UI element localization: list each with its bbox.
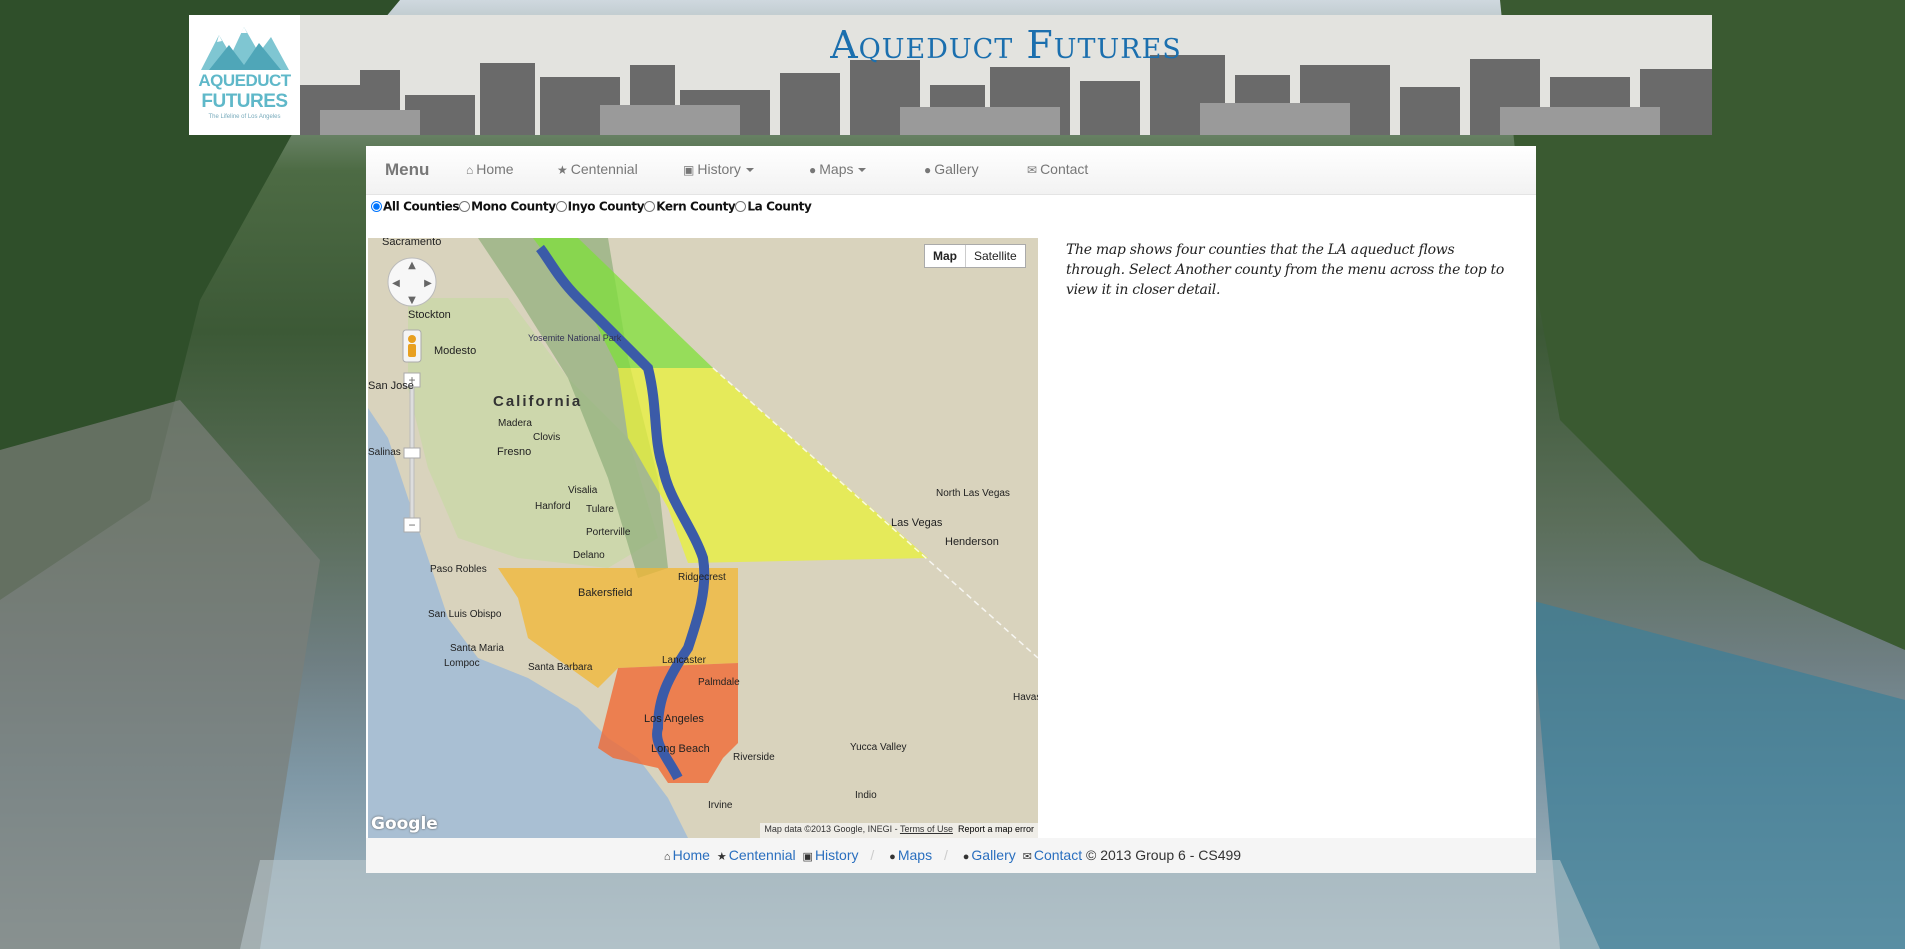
place-label: Clovis	[533, 432, 560, 443]
map-type-map-button[interactable]: Map	[925, 245, 966, 267]
map-type-satellite-button[interactable]: Satellite	[966, 245, 1025, 267]
place-label: Sacramento	[382, 238, 441, 248]
picture-icon: ▣	[683, 163, 695, 177]
svg-text:◀: ◀	[392, 278, 400, 289]
chevron-down-icon	[858, 168, 867, 173]
separator: /	[943, 847, 948, 863]
place-label: Modesto	[434, 345, 476, 357]
radio-mono-county[interactable]: Mono County	[459, 199, 556, 214]
region-label: California	[493, 393, 582, 410]
pan-control-icon[interactable]: ▲ ▼ ◀ ▶	[387, 257, 437, 307]
county-filter: All Counties Mono County Inyo County Kern C…	[371, 199, 812, 219]
place-label: Tulare	[586, 504, 614, 515]
place-label: Lancaster	[662, 655, 707, 666]
place-label: Riverside	[733, 752, 775, 763]
place-label: North Las Vegas	[936, 488, 1010, 499]
picture-icon: ▣	[802, 851, 813, 863]
copyright: © 2013 Group 6 - CS499	[1086, 847, 1242, 863]
map-description: The map shows four counties that the LA …	[1066, 242, 1505, 298]
envelope-icon: ✉	[1027, 163, 1038, 177]
nav-gallery[interactable]: ● Gallery	[924, 161, 979, 177]
navbar: Menu ⌂ Home ★ Centennial ▣ History ● Maps ● G…	[366, 146, 1536, 195]
footer-link-maps[interactable]: Maps	[898, 847, 932, 863]
footer-link-contact[interactable]: Contact	[1034, 847, 1082, 863]
mountain-logo-icon	[201, 27, 289, 70]
site-logo[interactable]: AQUEDUCT FUTURES The Lifeline of Los Ang…	[189, 15, 300, 135]
place-label: Long Beach	[651, 743, 710, 755]
camera-icon: ●	[924, 163, 932, 177]
place-label: Santa Barbara	[528, 662, 593, 673]
logo-line2: FUTURES	[201, 91, 288, 112]
svg-text:▼: ▼	[408, 295, 416, 306]
radio-inyo-county[interactable]: Inyo County	[555, 199, 645, 214]
radio-kern-county[interactable]: Kern County	[644, 199, 736, 214]
svg-text:▶: ▶	[424, 278, 432, 289]
envelope-icon: ✉	[1022, 851, 1032, 863]
place-label: Visalia	[568, 485, 598, 496]
place-label: Fresno	[497, 446, 531, 458]
nav-contact[interactable]: ✉ Contact	[1027, 161, 1088, 177]
place-label: Porterville	[586, 527, 631, 538]
main-panel: Menu ⌂ Home ★ Centennial ▣ History ● Maps ● G…	[366, 146, 1536, 873]
nav-home[interactable]: ⌂ Home	[466, 161, 514, 177]
site-header: AQUEDUCT FUTURES The Lifeline of Los Ang…	[189, 15, 1712, 135]
place-label: Havasu	[1013, 692, 1038, 703]
place-label: San Jose	[368, 380, 414, 392]
place-label: Lompoc	[444, 658, 480, 669]
place-label: Ridgecrest	[678, 572, 726, 583]
radio-all-counties[interactable]: All Counties	[371, 199, 460, 214]
place-label: Yucca Valley	[850, 742, 907, 753]
logo-line1: AQUEDUCT	[198, 71, 291, 90]
svg-text:▲: ▲	[408, 260, 416, 271]
logo-tagline: The Lifeline of Los Angeles	[208, 114, 281, 120]
google-logo[interactable]: Google	[371, 814, 438, 834]
camera-icon: ●	[962, 851, 970, 863]
star-icon: ★	[557, 163, 568, 177]
place-label: Salinas	[368, 447, 401, 458]
svg-text:−: −	[408, 518, 415, 532]
navbar-brand[interactable]: Menu	[385, 160, 429, 180]
place-label: Bakersfield	[578, 587, 632, 599]
report-error-link[interactable]: Report a map error	[958, 824, 1034, 834]
nav-centennial[interactable]: ★ Centennial	[557, 161, 638, 177]
site-footer: ⌂ Home ★ Centennial ▣ History / ● Maps / ● Ga…	[366, 838, 1536, 873]
place-label: Las Vegas	[891, 517, 943, 529]
footer-link-gallery[interactable]: Gallery	[971, 847, 1015, 863]
county-map[interactable]: ▲ ▼ ◀ ▶ + − Sacramento Stockton Modesto …	[368, 238, 1038, 838]
site-title: Aqueduct Futures	[830, 23, 1182, 67]
place-label: Los Angeles	[644, 713, 704, 725]
place-label: Madera	[498, 418, 532, 429]
nav-history[interactable]: ▣ History	[683, 161, 754, 177]
map-type-control: Map Satellite	[924, 244, 1026, 268]
place-label: Paso Robles	[430, 564, 487, 575]
pegman-icon[interactable]	[402, 329, 422, 363]
map-marker-icon: ●	[889, 851, 896, 863]
footer-link-home[interactable]: Home	[673, 847, 710, 863]
home-icon: ⌂	[466, 163, 474, 177]
zoom-thumb	[403, 447, 421, 459]
place-label: Yosemite National Park	[528, 333, 622, 343]
map-marker-icon: ●	[809, 163, 817, 177]
footer-link-centennial[interactable]: Centennial	[729, 847, 796, 863]
place-label: Hanford	[535, 501, 571, 512]
place-label: Palmdale	[698, 677, 740, 688]
map-canvas: ▲ ▼ ◀ ▶ + − Sacramento Stockton Modesto …	[368, 238, 1038, 838]
chevron-down-icon	[745, 168, 754, 173]
place-label: Delano	[573, 550, 605, 561]
map-attribution: Map data ©2013 Google, INEGI - Terms of …	[760, 823, 1038, 838]
footer-link-history[interactable]: History	[815, 847, 859, 863]
home-icon: ⌂	[663, 851, 671, 863]
star-icon: ★	[716, 851, 727, 863]
terms-link[interactable]: Terms of Use	[900, 824, 953, 834]
place-label: Henderson	[945, 536, 999, 548]
radio-la-county[interactable]: La County	[735, 199, 812, 214]
place-label: Irvine	[708, 800, 733, 811]
separator: /	[870, 847, 875, 863]
place-label: Indio	[855, 790, 877, 801]
place-label: Stockton	[408, 309, 451, 321]
nav-maps[interactable]: ● Maps	[809, 161, 867, 177]
place-label: Santa Maria	[450, 643, 504, 654]
place-label: San Luis Obispo	[428, 609, 502, 620]
